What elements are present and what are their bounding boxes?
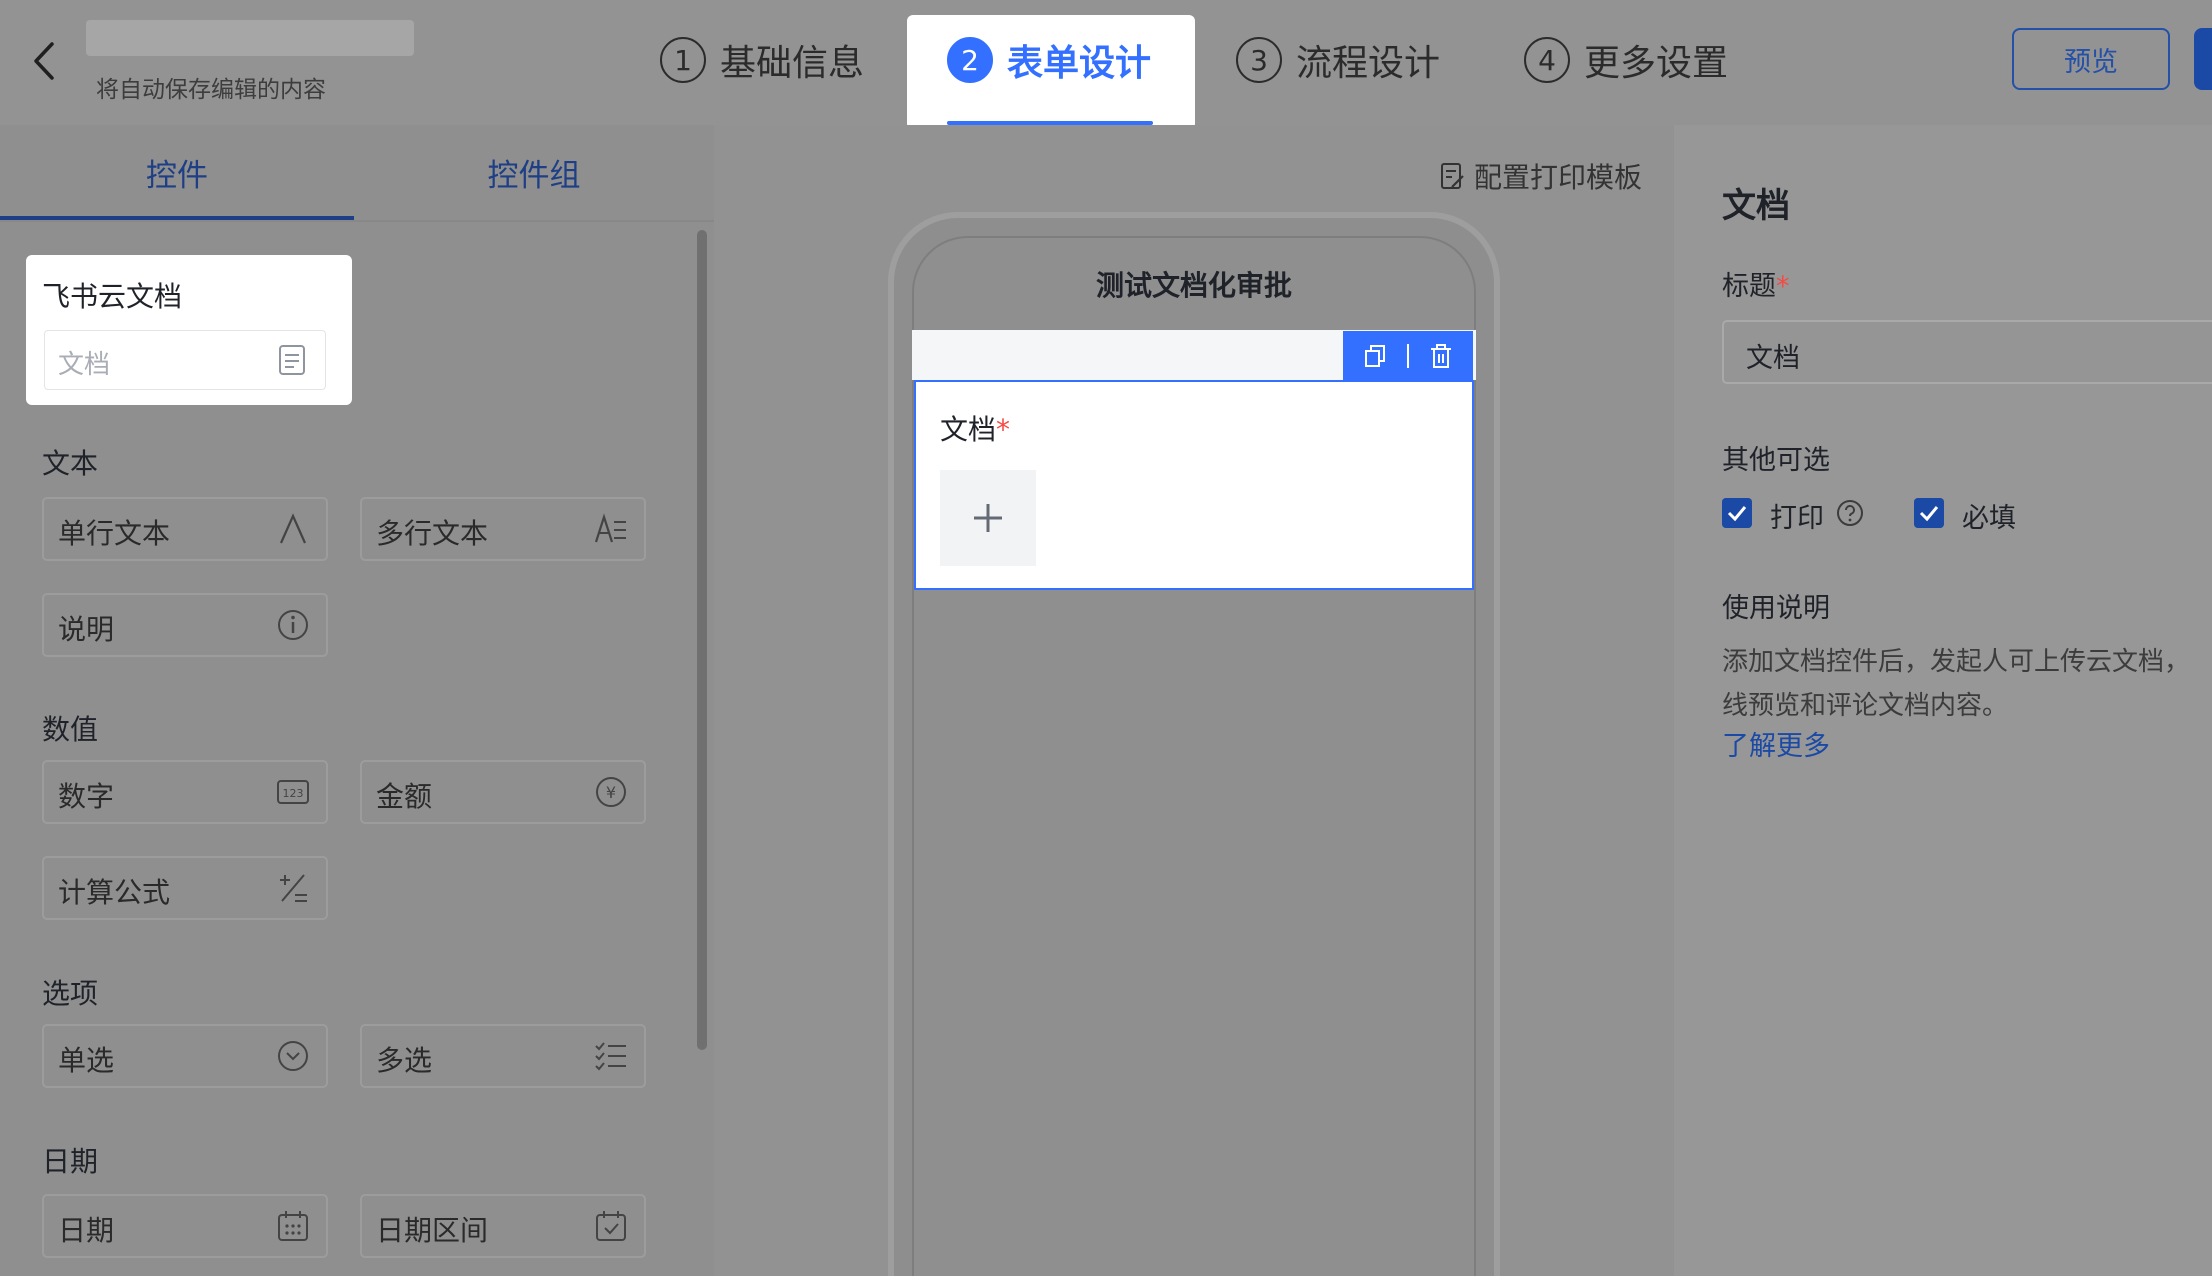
back-arrow-icon[interactable]	[30, 38, 60, 84]
control-label: 多行文本	[376, 517, 489, 550]
date-range-icon	[596, 1211, 626, 1241]
step-more-settings[interactable]: 4 更多设置	[1524, 30, 1728, 90]
multi-line-text-icon	[594, 513, 626, 543]
learn-more-link[interactable]: 了解更多	[1722, 724, 1830, 763]
required-mark: *	[996, 413, 1011, 446]
control-label: 单选	[58, 1044, 115, 1077]
copy-icon[interactable]	[1362, 343, 1388, 369]
control-label: 说明	[58, 613, 115, 646]
properties-heading: 文档	[1722, 186, 1790, 226]
step-flow-design[interactable]: 3 流程设计	[1236, 30, 1440, 90]
tab-controls[interactable]: 控件	[0, 150, 354, 200]
step-basic-info[interactable]: 1 基础信息	[660, 30, 864, 90]
usage-line-2: 线预览和评论文档内容。	[1722, 691, 2009, 721]
feishu-doc-title: 飞书云文档	[42, 280, 183, 313]
print-template-icon	[1441, 163, 1464, 189]
autosave-hint: 将自动保存编辑的内容	[96, 77, 326, 103]
delete-icon[interactable]	[1428, 343, 1454, 369]
svg-text:¥: ¥	[606, 783, 616, 802]
single-line-text-icon	[279, 513, 307, 544]
required-mark: *	[1776, 271, 1790, 302]
tab-control-groups[interactable]: 控件组	[354, 150, 714, 200]
other-options-label: 其他可选	[1722, 445, 1830, 476]
required-option-label: 必填	[1962, 503, 2016, 534]
control-label: 金额	[376, 780, 433, 813]
number-icon: 123	[277, 780, 309, 804]
preview-button[interactable]: 预览	[2012, 28, 2170, 90]
print-template-link[interactable]: 配置打印模板	[1438, 156, 1642, 196]
calendar-icon	[278, 1211, 308, 1241]
usage-label: 使用说明	[1722, 593, 1830, 624]
help-icon[interactable]	[1836, 499, 1864, 527]
control-label: 多选	[376, 1044, 433, 1077]
multi-select-icon	[595, 1042, 626, 1071]
step-number: 2	[947, 37, 993, 83]
add-document-button[interactable]	[940, 470, 1036, 566]
print-checkbox[interactable]	[1722, 498, 1752, 528]
info-icon	[278, 610, 308, 640]
required-checkbox[interactable]	[1914, 498, 1944, 528]
section-title-number: 数值	[42, 713, 99, 746]
title-label-text: 标题	[1722, 271, 1776, 302]
single-select-icon	[278, 1041, 308, 1071]
title-label: 标题*	[1722, 264, 1790, 303]
action-separator	[1406, 343, 1409, 368]
section-title-options: 选项	[42, 977, 99, 1010]
control-label: 计算公式	[58, 876, 171, 909]
form-title: 测试文档化审批	[1095, 269, 1292, 302]
tab-divider	[0, 220, 714, 222]
doc-field-label-text: 文档	[940, 413, 997, 446]
print-template-label: 配置打印模板	[1474, 161, 1643, 194]
step-label: 更多设置	[1584, 43, 1729, 84]
control-label: 日期区间	[376, 1214, 489, 1247]
step-form-design[interactable]: 2 表单设计	[947, 30, 1151, 90]
usage-line-1: 添加文档控件后，发起人可上传云文档，	[1722, 647, 2191, 677]
currency-icon: ¥	[596, 777, 626, 807]
step-label: 流程设计	[1296, 43, 1441, 84]
title-input-value: 文档	[1746, 343, 1800, 374]
section-title-text: 文本	[42, 447, 99, 480]
plus-icon	[974, 504, 1002, 532]
field-actions	[1343, 331, 1473, 380]
document-icon	[279, 345, 305, 375]
feishu-doc-placeholder: 文档	[58, 350, 111, 380]
step-number: 3	[1236, 37, 1282, 83]
publish-button[interactable]	[2194, 28, 2212, 90]
control-label: 数字	[58, 780, 115, 813]
formula-icon	[280, 874, 307, 902]
step-number: 1	[660, 37, 706, 83]
step-label: 基础信息	[720, 43, 865, 84]
section-title-date: 日期	[42, 1145, 99, 1178]
control-label: 日期	[58, 1214, 115, 1247]
doc-field-label: 文档*	[940, 408, 1010, 448]
control-label: 单行文本	[58, 517, 171, 550]
step-label: 表单设计	[1007, 43, 1152, 84]
usage-description: 添加文档控件后，发起人可上传云文档， 线预览和评论文档内容。	[1722, 640, 2212, 728]
svg-text:123: 123	[283, 787, 304, 800]
print-option-label: 打印	[1770, 503, 1824, 534]
step-number: 4	[1524, 37, 1570, 83]
controls-scrollbar[interactable]	[697, 230, 707, 1050]
approval-name-blurred[interactable]	[86, 20, 414, 56]
